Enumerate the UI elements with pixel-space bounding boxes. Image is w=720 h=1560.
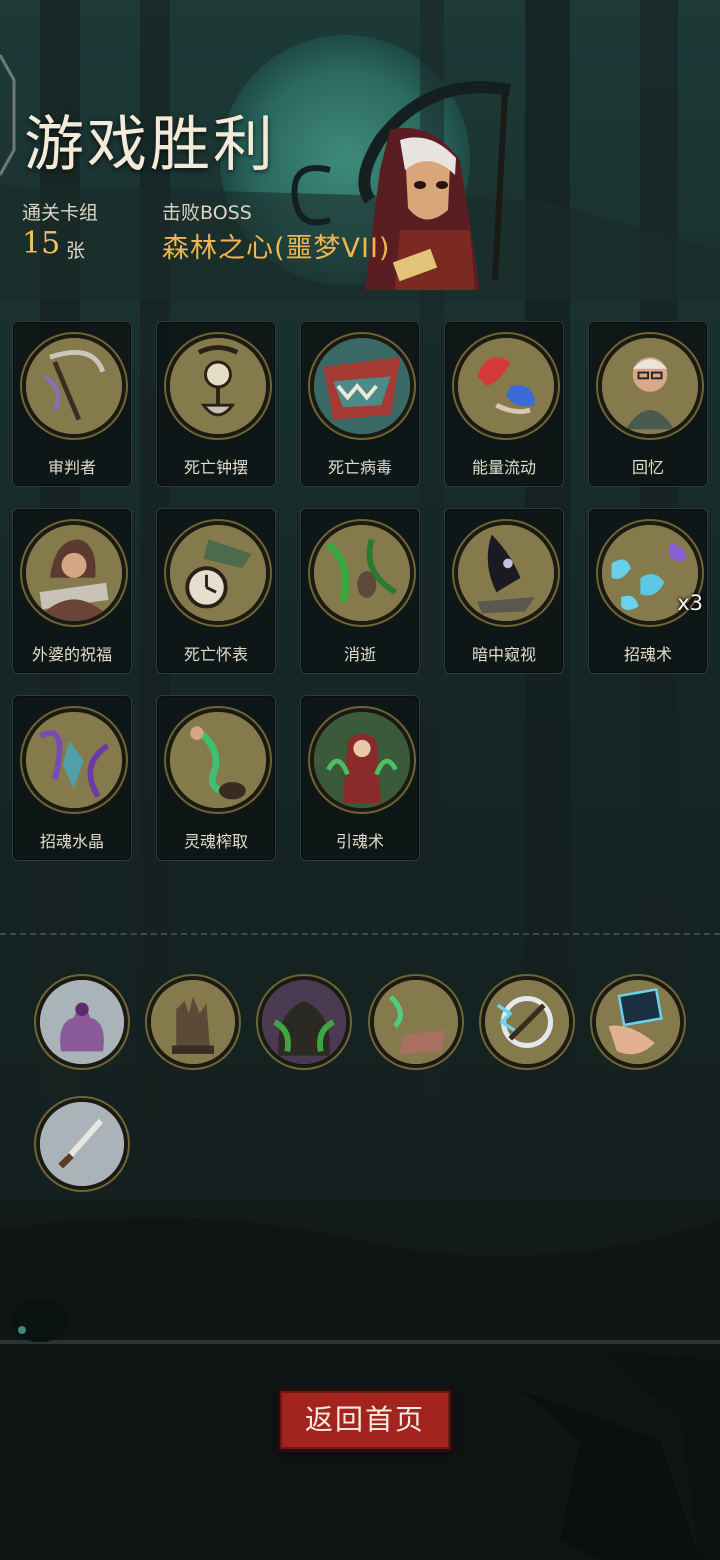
dagger-relic-icon[interactable] <box>36 1098 128 1190</box>
card-item[interactable]: 能量流动 <box>444 321 564 487</box>
card-item[interactable]: 死亡病毒 <box>300 321 420 487</box>
card-name: 回忆 <box>631 458 664 477</box>
card-name: 审判者 <box>47 458 96 477</box>
card-name: 死亡钟摆 <box>183 458 248 477</box>
deck-label: 通关卡组 <box>22 202 99 224</box>
boss-name: 森林之心(噩梦VII) <box>162 233 391 264</box>
card-name: 招魂术 <box>623 645 672 664</box>
lightning-compass-relic-icon[interactable] <box>481 976 573 1068</box>
card-item[interactable]: 死亡怀表 <box>156 508 276 674</box>
card-item[interactable]: 招魂水晶 <box>12 695 132 861</box>
pendulum-icon <box>166 334 270 438</box>
card-name: 死亡病毒 <box>327 458 392 477</box>
soul-guide-icon <box>310 708 414 812</box>
card-name: 灵魂榨取 <box>183 832 248 851</box>
card-item[interactable]: 回忆 <box>588 321 708 487</box>
card-name: 暗中窥视 <box>471 645 536 664</box>
tentacle-monster-relic-icon[interactable] <box>36 976 128 1068</box>
card-name: 消逝 <box>343 645 376 664</box>
fading-icon <box>310 521 414 625</box>
card-item[interactable]: 灵魂榨取 <box>156 695 276 861</box>
ghost-relic-icon[interactable] <box>258 976 350 1068</box>
card-name: 死亡怀表 <box>183 645 248 664</box>
reaper-character-icon <box>291 81 512 290</box>
card-item[interactable]: 审判者 <box>12 321 132 487</box>
card-item[interactable]: 引魂术 <box>300 695 420 861</box>
card-count-badge: x3 <box>677 591 703 615</box>
card-item[interactable]: 死亡钟摆 <box>156 321 276 487</box>
deck-count: 15 <box>22 226 61 261</box>
card-item[interactable]: 消逝 <box>300 508 420 674</box>
shadow-peek-icon <box>454 521 558 625</box>
card-item[interactable]: 招魂术 x3 <box>588 508 708 674</box>
spirit-bed-relic-icon[interactable] <box>370 976 462 1068</box>
card-item[interactable]: 外婆的祝福 <box>12 508 132 674</box>
virus-beast-icon <box>310 334 414 438</box>
page-title: 游戏胜利 <box>24 110 276 180</box>
back-to-home-button[interactable]: 返回首页 <box>277 1388 453 1452</box>
soul-extract-icon <box>166 708 270 812</box>
card-name: 招魂水晶 <box>39 832 104 851</box>
soul-crystal-icon <box>22 708 126 812</box>
card-name: 能量流动 <box>471 458 536 477</box>
grandmother-icon <box>22 521 126 625</box>
scythe-icon <box>22 334 126 438</box>
stone-hand-relic-icon[interactable] <box>147 976 239 1068</box>
old-man-icon <box>598 334 702 438</box>
card-item[interactable]: 暗中窥视 <box>444 508 564 674</box>
card-name: 引魂术 <box>335 832 384 851</box>
boss-label: 击败BOSS <box>162 202 252 224</box>
deck-unit: 张 <box>66 240 86 262</box>
energy-flow-icon <box>454 334 558 438</box>
card-name: 外婆的祝福 <box>31 645 112 664</box>
hand-card-relic-icon[interactable] <box>592 976 684 1068</box>
pocket-watch-icon <box>166 521 270 625</box>
section-divider <box>0 933 720 935</box>
